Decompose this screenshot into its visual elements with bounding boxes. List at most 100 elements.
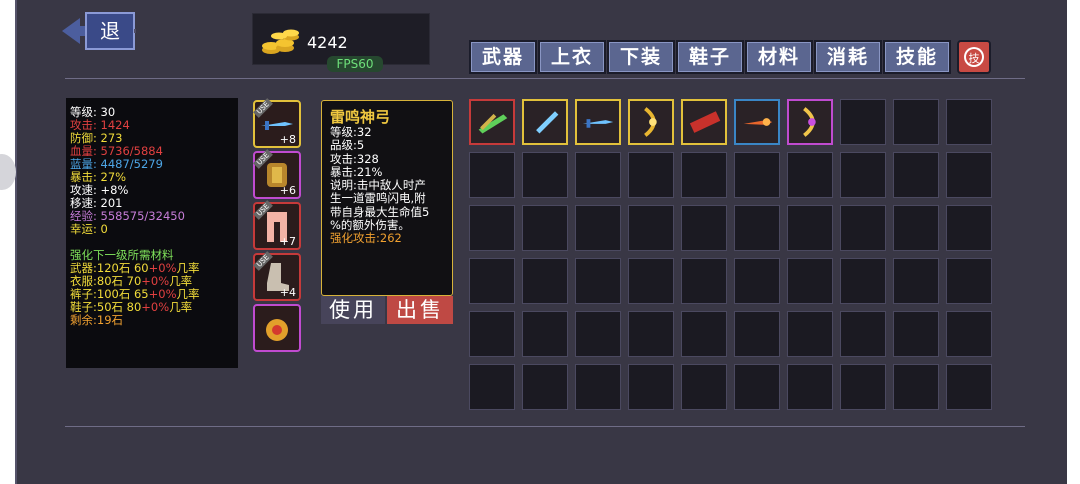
inventory-item-slot[interactable]: [575, 99, 621, 145]
tab-weapons[interactable]: 武器: [469, 40, 537, 74]
inventory-empty-slot[interactable]: [469, 205, 515, 251]
upgrade-rate: 几率: [176, 261, 200, 275]
inventory-item-slot[interactable]: [734, 99, 780, 145]
inventory-empty-slot[interactable]: [787, 152, 833, 198]
skill-badge-button[interactable]: 技: [957, 40, 991, 74]
gold-coins-icon: [262, 29, 299, 54]
inventory-empty-slot[interactable]: [522, 258, 568, 304]
inventory-empty-slot[interactable]: [575, 311, 621, 357]
tab-shoes[interactable]: 鞋子: [676, 40, 744, 74]
inventory-empty-slot[interactable]: [681, 205, 727, 251]
item-tooltip: 雷鸣神弓 等级:32 品级:5 攻击:328 暴击:21% 说明:击中敌人时产 …: [321, 100, 453, 296]
thunder-bow-icon: [803, 107, 816, 137]
inventory-empty-slot[interactable]: [681, 364, 727, 410]
inventory-empty-slot[interactable]: [840, 99, 886, 145]
inventory-empty-slot[interactable]: [893, 205, 939, 251]
green-crossbow-icon: [478, 113, 508, 134]
inventory-item-slot[interactable]: [787, 99, 833, 145]
inventory-empty-slot[interactable]: [946, 99, 992, 145]
inventory-item-slot[interactable]: [469, 99, 515, 145]
inventory-empty-slot[interactable]: [840, 311, 886, 357]
tab-consumables[interactable]: 消耗: [814, 40, 882, 74]
inventory-empty-slot[interactable]: [681, 311, 727, 357]
inventory-empty-slot[interactable]: [946, 311, 992, 357]
item-crit: 暴击:21%: [330, 164, 383, 179]
inventory-empty-slot[interactable]: [734, 311, 780, 357]
inventory-empty-slot[interactable]: [575, 258, 621, 304]
inventory-empty-slot[interactable]: [787, 258, 833, 304]
amulet-icon: [266, 319, 288, 341]
inventory-empty-slot[interactable]: [734, 152, 780, 198]
inventory-empty-slot[interactable]: [840, 258, 886, 304]
inventory-empty-slot[interactable]: [734, 205, 780, 251]
upgrade-rate: 几率: [176, 287, 200, 301]
item-desc-4: %的额外伤害。: [330, 218, 410, 233]
ice-sword-icon: [582, 119, 614, 128]
upgrade-bonus: +0%: [148, 261, 177, 275]
svg-text:技: 技: [969, 52, 980, 65]
inventory-empty-slot[interactable]: [787, 364, 833, 410]
inventory-empty-slot[interactable]: [628, 205, 674, 251]
gold-display: 4242 FPS60: [252, 13, 430, 72]
sell-button[interactable]: 出售: [387, 296, 453, 324]
inventory-empty-slot[interactable]: [840, 152, 886, 198]
inventory-panel: 退 4242 FPS60 武器 上衣 下装 鞋子 材料 消耗 技能 技 等级: …: [15, 0, 1067, 484]
ice-blade-icon: [536, 111, 559, 134]
equipped-pants-slot[interactable]: USE +7: [253, 200, 301, 250]
inventory-empty-slot[interactable]: [575, 152, 621, 198]
inventory-empty-slot[interactable]: [628, 258, 674, 304]
inventory-empty-slot[interactable]: [522, 311, 568, 357]
bottom-divider: [65, 426, 1025, 427]
upgrade-bonus: +0%: [148, 287, 177, 301]
inventory-empty-slot[interactable]: [787, 205, 833, 251]
inventory-empty-slot[interactable]: [840, 364, 886, 410]
inventory-item-slot[interactable]: [628, 99, 674, 145]
inventory-empty-slot[interactable]: [893, 99, 939, 145]
inventory-empty-slot[interactable]: [628, 152, 674, 198]
inventory-empty-slot[interactable]: [893, 152, 939, 198]
inventory-empty-slot[interactable]: [787, 311, 833, 357]
item-grade: 品级:5: [330, 138, 365, 153]
inventory-empty-slot[interactable]: [946, 364, 992, 410]
inventory-empty-slot[interactable]: [840, 205, 886, 251]
inventory-item-slot[interactable]: [681, 99, 727, 145]
inventory-empty-slot[interactable]: [681, 152, 727, 198]
golden-bow-icon: [644, 107, 657, 137]
character-stats: 等级: 30 攻击: 1424 防御: 273 血量: 5736/5884 蓝量…: [66, 98, 238, 368]
inventory-empty-slot[interactable]: [946, 205, 992, 251]
back-button[interactable]: 退: [62, 12, 136, 50]
equipped-armor-slot[interactable]: USE +6: [253, 149, 301, 199]
inventory-empty-slot[interactable]: [628, 311, 674, 357]
tab-skills[interactable]: 技能: [883, 40, 951, 74]
inventory-empty-slot[interactable]: [522, 364, 568, 410]
inventory-empty-slot[interactable]: [946, 152, 992, 198]
upgrade-bonus: +0%: [141, 300, 170, 314]
inventory-empty-slot[interactable]: [893, 258, 939, 304]
inventory-empty-slot[interactable]: [522, 152, 568, 198]
tab-tops[interactable]: 上衣: [538, 40, 606, 74]
inventory-empty-slot[interactable]: [522, 205, 568, 251]
inventory-empty-slot[interactable]: [469, 364, 515, 410]
inventory-empty-slot[interactable]: [469, 152, 515, 198]
inventory-empty-slot[interactable]: [893, 311, 939, 357]
use-button[interactable]: 使用: [321, 296, 385, 324]
enhance-level: +7: [279, 235, 296, 248]
side-handle[interactable]: [0, 154, 16, 190]
inventory-empty-slot[interactable]: [893, 364, 939, 410]
tab-bottoms[interactable]: 下装: [607, 40, 675, 74]
inventory-empty-slot[interactable]: [469, 311, 515, 357]
equipped-amulet-slot[interactable]: [253, 304, 301, 352]
equipped-weapon-slot[interactable]: USE +8: [253, 98, 301, 148]
inventory-empty-slot[interactable]: [946, 258, 992, 304]
inventory-item-slot[interactable]: [522, 99, 568, 145]
inventory-empty-slot[interactable]: [575, 205, 621, 251]
tab-materials[interactable]: 材料: [745, 40, 813, 74]
inventory-empty-slot[interactable]: [628, 364, 674, 410]
inventory-empty-slot[interactable]: [575, 364, 621, 410]
equipped-boots-slot[interactable]: USE +4: [253, 251, 301, 301]
inventory-empty-slot[interactable]: [469, 258, 515, 304]
inventory-empty-slot[interactable]: [734, 258, 780, 304]
inventory-empty-slot[interactable]: [734, 364, 780, 410]
inventory-empty-slot[interactable]: [681, 258, 727, 304]
red-cannon-icon: [689, 111, 721, 133]
